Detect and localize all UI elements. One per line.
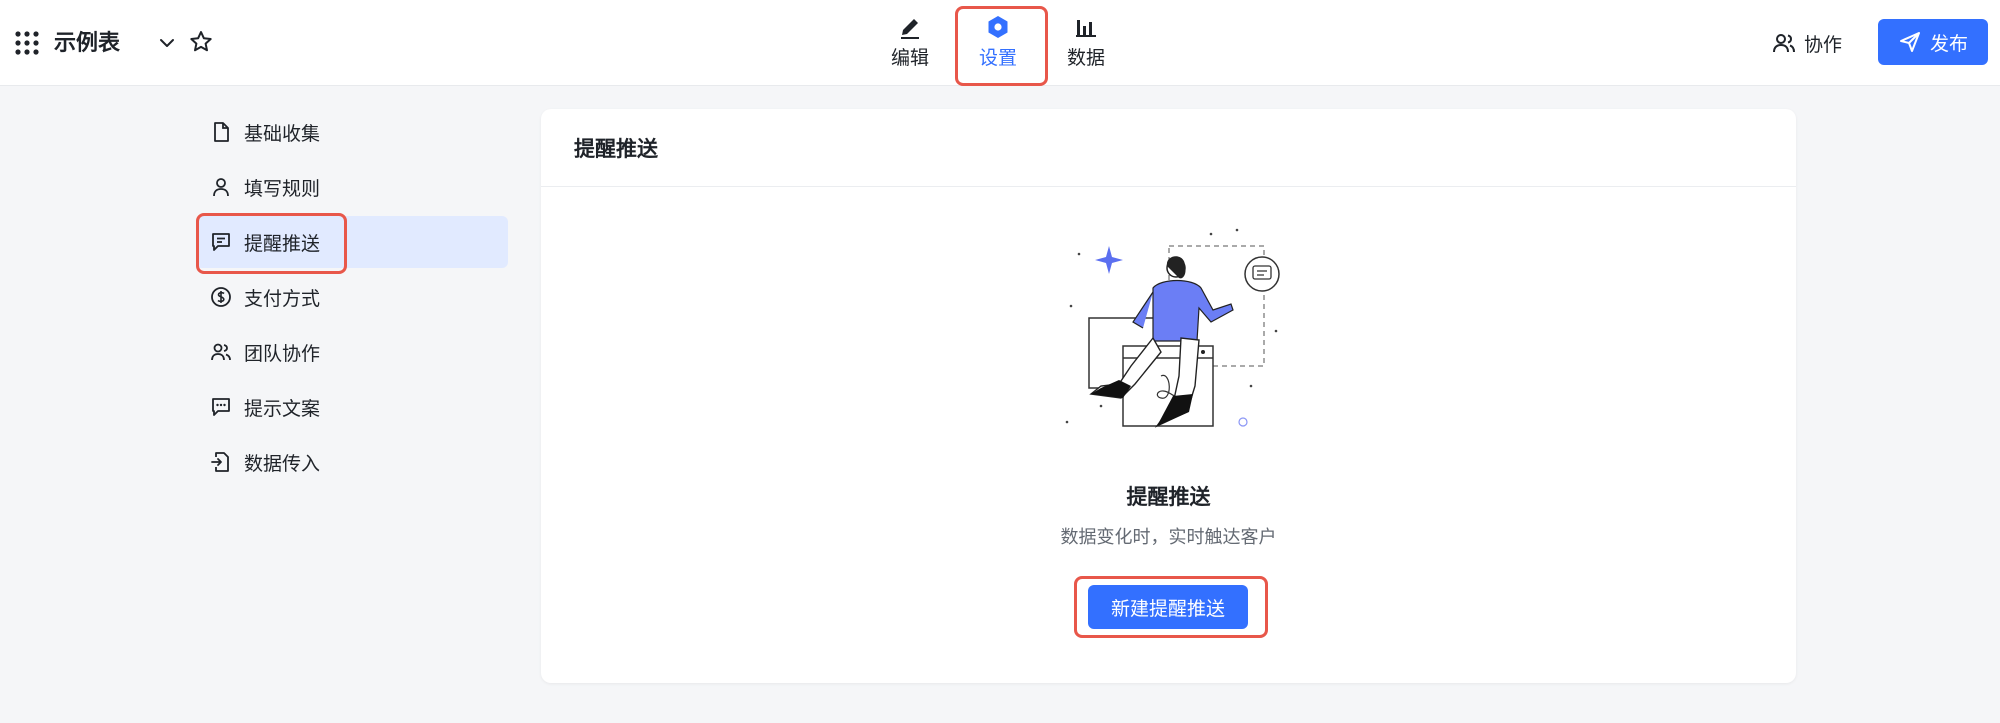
settings-highlight-box: [955, 6, 1048, 86]
import-icon: [211, 452, 229, 472]
chevron-down-icon[interactable]: [156, 32, 178, 54]
sidebar-item-data-import[interactable]: 数据传入: [196, 436, 508, 488]
empty-state-title: 提醒推送: [1126, 486, 1211, 509]
card-header: 提醒推送: [541, 109, 1796, 187]
sidebar-item-payment[interactable]: 支付方式: [196, 271, 508, 323]
star-icon[interactable]: [188, 29, 214, 55]
publish-label: 发布: [1929, 33, 1968, 55]
app-title[interactable]: 示例表: [54, 26, 120, 60]
chat-dots-icon: [212, 398, 230, 416]
file-icon: [214, 122, 229, 142]
dollar-icon: [211, 287, 231, 307]
user-icon: [213, 178, 229, 197]
team-icon: [1773, 34, 1795, 53]
new-button-highlight-box: [1074, 576, 1268, 638]
sidebar-item-fill-rules[interactable]: 填写规则: [196, 161, 508, 213]
tab-data[interactable]: 数据: [1046, 12, 1126, 74]
apps-grid-icon[interactable]: [14, 30, 40, 56]
publish-button[interactable]: 发布: [1878, 19, 1988, 65]
send-icon: [1899, 32, 1920, 52]
pen-icon: [901, 19, 919, 39]
sidebar-item-label: 填写规则: [244, 178, 321, 200]
sidebar-item-team[interactable]: 团队协作: [196, 326, 508, 378]
tab-edit-label: 编辑: [890, 48, 929, 69]
sidebar-item-basic-collection[interactable]: 基础收集: [196, 106, 508, 158]
sidebar-item-label: 支付方式: [244, 288, 321, 310]
reminder-illustration: [1065, 228, 1280, 428]
collaborate-button[interactable]: 协作: [1772, 26, 1842, 60]
sidebar-item-label: 数据传入: [244, 453, 321, 475]
settings-sidebar: 基础收集 填写规则 提醒推送 支付方式 团队协作 提示文案 数据传入: [196, 106, 508, 491]
sidebar-item-label: 提示文案: [244, 398, 321, 420]
sidebar-highlight-box: [196, 213, 347, 274]
tab-edit[interactable]: 编辑: [870, 12, 950, 74]
top-bar: 示例表 编辑 设置 数据 协作 发布: [0, 0, 2000, 86]
sidebar-item-prompt-text[interactable]: 提示文案: [196, 381, 508, 433]
collaborate-label: 协作: [1804, 34, 1843, 56]
tab-data-label: 数据: [1066, 48, 1105, 69]
card-title: 提醒推送: [574, 137, 658, 161]
sidebar-item-label: 基础收集: [244, 123, 321, 145]
sidebar-item-label: 团队协作: [244, 343, 321, 365]
team-icon: [211, 343, 231, 361]
bar-chart-icon: [1076, 20, 1096, 37]
empty-state-description: 数据变化时，实时触达客户: [1060, 527, 1277, 547]
